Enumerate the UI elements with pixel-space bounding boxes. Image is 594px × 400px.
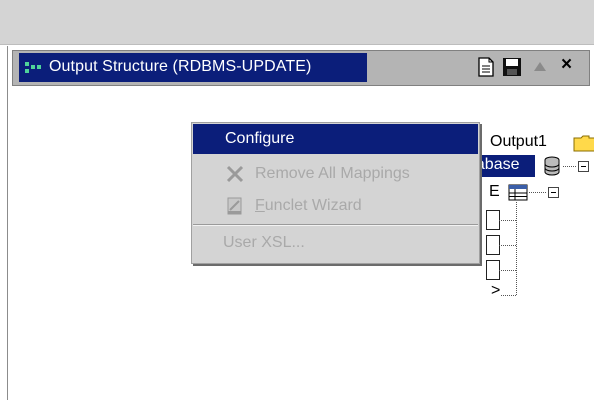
context-menu: Configure Remove All Mappings Funclet Wi… — [191, 122, 480, 264]
database-icon — [544, 156, 560, 176]
tree-connector — [499, 220, 516, 221]
tree-connector — [499, 245, 516, 246]
menu-item-funclet-wizard[interactable]: Funclet Wizard — [193, 191, 478, 221]
tree-connector — [501, 295, 516, 296]
tree-connector — [499, 270, 516, 271]
menu-item-label: Remove All Mappings — [255, 165, 410, 182]
top-bar — [0, 0, 594, 45]
menu-item-label: Funclet Wizard — [255, 197, 362, 214]
collapse-toggle[interactable] — [578, 161, 589, 172]
menu-item-label: Configure — [225, 130, 295, 147]
tree-node-table[interactable]: E — [489, 183, 500, 201]
menu-separator — [193, 224, 478, 226]
x-icon — [226, 165, 244, 183]
field-node[interactable] — [486, 260, 500, 280]
collapse-toggle[interactable] — [548, 187, 559, 198]
menu-item-configure[interactable]: Configure — [193, 124, 478, 154]
menu-item-user-xsl[interactable]: User XSL... — [193, 228, 478, 258]
tree-node-output1[interactable]: Output1 — [490, 133, 547, 151]
menu-item-label: User XSL... — [223, 234, 305, 251]
folder-icon — [573, 135, 594, 152]
close-icon[interactable]: × — [561, 54, 572, 76]
panel-title-highlight[interactable]: Output Structure (RDBMS-UPDATE) — [19, 53, 367, 82]
tree-node-field[interactable]: > — [491, 282, 500, 300]
menu-item-remove-all-mappings[interactable]: Remove All Mappings — [193, 159, 478, 189]
grip-icon — [25, 62, 43, 74]
wizard-icon — [227, 197, 242, 215]
save-icon[interactable] — [502, 57, 522, 77]
field-node[interactable] — [486, 235, 500, 255]
tree-connector — [529, 192, 546, 193]
tree-connector — [516, 202, 517, 295]
triangle-up-icon[interactable] — [533, 60, 547, 72]
panel-title-bar: Output Structure (RDBMS-UPDATE) × — [12, 50, 590, 86]
field-node[interactable] — [486, 210, 500, 230]
table-icon — [508, 184, 528, 201]
document-icon[interactable] — [478, 57, 494, 77]
panel-title: Output Structure (RDBMS-UPDATE) — [49, 58, 312, 75]
tree-connector — [563, 166, 576, 167]
